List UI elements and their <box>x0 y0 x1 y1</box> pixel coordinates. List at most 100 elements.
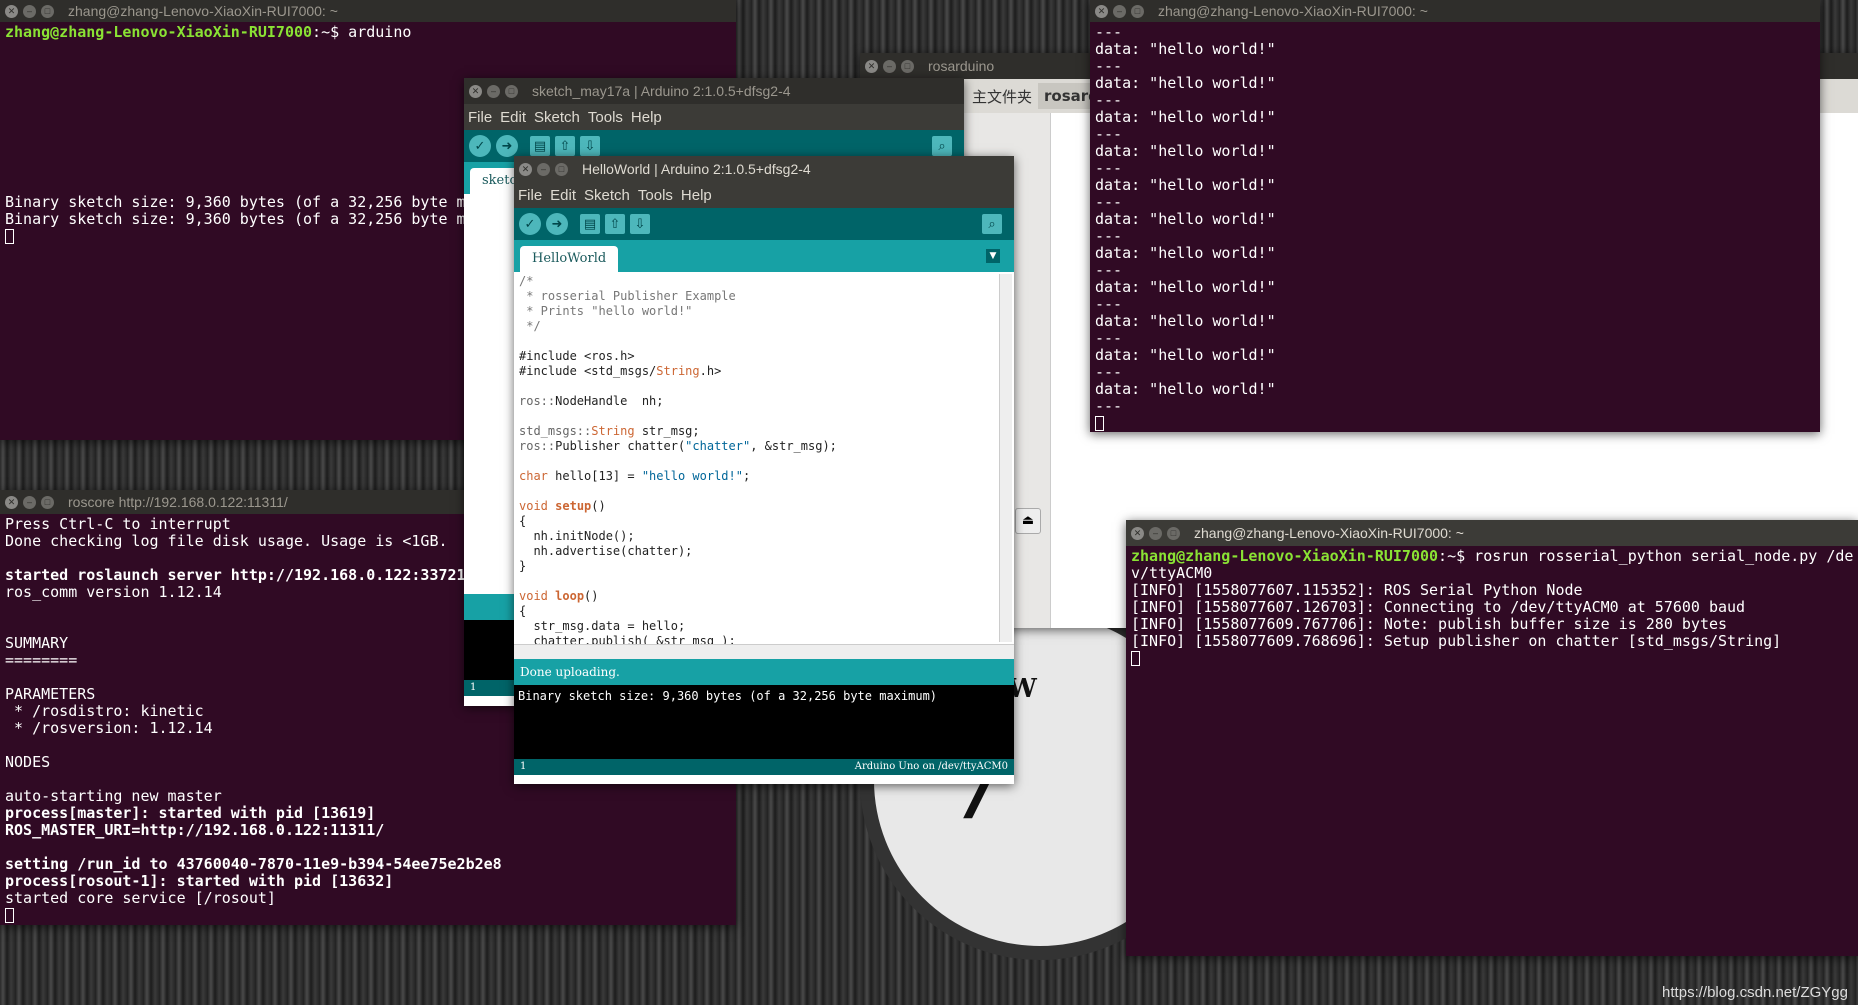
close-button[interactable]: ✕ <box>519 162 532 176</box>
close-button[interactable]: ✕ <box>5 495 18 509</box>
terminal-echo-titlebar[interactable]: ✕ – □ zhang@zhang-Lenovo-XiaoXin-RUI7000… <box>1090 0 1820 22</box>
maximize-button[interactable]: □ <box>1167 526 1180 540</box>
minimize-button[interactable]: – <box>487 84 500 98</box>
terminal-line: started core service [/rosout] <box>5 889 276 907</box>
terminal-line: ROS_MASTER_URI=http://192.168.0.122:1131… <box>5 821 385 839</box>
menu-tools[interactable]: Tools <box>588 109 623 126</box>
separator-line: --- <box>1095 125 1123 143</box>
separator-line: --- <box>1095 159 1123 177</box>
maximize-button[interactable]: □ <box>41 4 54 18</box>
code-editor[interactable]: /* * rosserial Publisher Example * Print… <box>514 272 1014 644</box>
data-line: data: "hello world!" <box>1095 312 1276 330</box>
close-button[interactable]: ✕ <box>1131 526 1144 540</box>
terminal-line: Done checking log file disk usage. Usage… <box>5 532 448 550</box>
menu-sketch[interactable]: Sketch <box>584 187 630 204</box>
save-icon[interactable]: ⇩ <box>630 214 650 234</box>
window-title: HelloWorld | Arduino 2:1.0.5+dfsg2-4 <box>582 161 811 177</box>
menu-sketch[interactable]: Sketch <box>534 109 580 126</box>
close-button[interactable]: ✕ <box>469 84 482 98</box>
serial-monitor-icon[interactable]: ⌕ <box>932 136 952 156</box>
window-title: zhang@zhang-Lenovo-XiaoXin-RUI7000: ~ <box>1194 525 1464 541</box>
open-icon[interactable]: ⇧ <box>555 136 575 156</box>
minimize-button[interactable]: – <box>23 4 36 18</box>
window-title: sketch_may17a | Arduino 2:1.0.5+dfsg2-4 <box>532 83 791 99</box>
data-line: data: "hello world!" <box>1095 176 1276 194</box>
terminal-line: ros_comm version 1.12.14 <box>5 583 222 601</box>
open-icon[interactable]: ⇧ <box>605 214 625 234</box>
sketch-titlebar[interactable]: ✕ – □ sketch_may17a | Arduino 2:1.0.5+df… <box>464 78 964 104</box>
separator-line: --- <box>1095 363 1123 381</box>
terminal-line: process[master]: started with pid [13619… <box>5 804 376 822</box>
maximize-button[interactable]: □ <box>41 495 54 509</box>
menu-file[interactable]: File <box>468 109 492 126</box>
maximize-button[interactable]: □ <box>901 59 914 73</box>
maximize-button[interactable]: □ <box>555 162 568 176</box>
console-output: Binary sketch size: 9,360 bytes (of a 32… <box>514 685 1014 759</box>
verify-icon[interactable]: ✓ <box>519 213 541 235</box>
upload-icon[interactable]: ➜ <box>496 135 518 157</box>
terminal-serial-output[interactable]: zhang@zhang-Lenovo-XiaoXin-RUI7000:~$ ro… <box>1126 546 1858 956</box>
helloworld-titlebar[interactable]: ✕ – □ HelloWorld | Arduino 2:1.0.5+dfsg2… <box>514 156 1014 182</box>
breadcrumb-home[interactable]: 主文件夹 <box>966 82 1038 111</box>
editor-horizontal-scrollbar[interactable] <box>514 644 1014 659</box>
menu-edit[interactable]: Edit <box>550 187 576 204</box>
data-line: data: "hello world!" <box>1095 380 1276 398</box>
terminal-echo-output[interactable]: --- data: "hello world!" --- data: "hell… <box>1090 22 1820 432</box>
separator-line: --- <box>1095 91 1123 109</box>
data-line: data: "hello world!" <box>1095 210 1276 228</box>
menu-help[interactable]: Help <box>631 109 662 126</box>
terminal-line: Press Ctrl-C to interrupt <box>5 515 231 533</box>
minimize-button[interactable]: – <box>23 495 36 509</box>
helloworld-tabs: HelloWorld ▼ <box>514 240 1014 272</box>
close-button[interactable]: ✕ <box>5 4 18 18</box>
editor-vertical-scrollbar[interactable] <box>999 274 1012 642</box>
window-title: rosarduino <box>928 58 995 74</box>
separator-line: --- <box>1095 193 1123 211</box>
data-line: data: "hello world!" <box>1095 346 1276 364</box>
terminal-line: [INFO] [1558077607.126703]: Connecting t… <box>1131 598 1746 616</box>
separator-line: --- <box>1095 329 1123 347</box>
menu-tools[interactable]: Tools <box>638 187 673 204</box>
helloworld-toolbar: ✓ ➜ ▤ ⇧ ⇩ ⌕ <box>514 208 1014 240</box>
tab-helloworld[interactable]: HelloWorld <box>520 246 619 272</box>
terminal-echo-window[interactable]: ✕ – □ zhang@zhang-Lenovo-XiaoXin-RUI7000… <box>1090 0 1820 432</box>
terminal-cursor <box>1095 416 1104 431</box>
close-button[interactable]: ✕ <box>1095 4 1108 18</box>
data-line: data: "hello world!" <box>1095 278 1276 296</box>
save-icon[interactable]: ⇩ <box>580 136 600 156</box>
data-line: data: "hello world!" <box>1095 108 1276 126</box>
upload-icon[interactable]: ➜ <box>546 213 568 235</box>
maximize-button[interactable]: □ <box>505 84 518 98</box>
menu-edit[interactable]: Edit <box>500 109 526 126</box>
window-title: roscore http://192.168.0.122:11311/ <box>68 494 288 510</box>
terminal-cursor <box>5 229 14 244</box>
minimize-button[interactable]: – <box>883 59 896 73</box>
minimize-button[interactable]: – <box>1149 526 1162 540</box>
terminal-arduino-titlebar[interactable]: ✕ – □ zhang@zhang-Lenovo-XiaoXin-RUI7000… <box>0 0 736 22</box>
menu-file[interactable]: File <box>518 187 542 204</box>
minimize-button[interactable]: – <box>1113 4 1126 18</box>
terminal-serial-titlebar[interactable]: ✕ – □ zhang@zhang-Lenovo-XiaoXin-RUI7000… <box>1126 520 1858 546</box>
verify-icon[interactable]: ✓ <box>469 135 491 157</box>
separator-line: --- <box>1095 397 1123 415</box>
terminal-cursor <box>1131 651 1140 666</box>
serial-monitor-icon[interactable]: ⌕ <box>982 214 1002 234</box>
maximize-button[interactable]: □ <box>1131 4 1144 18</box>
minimize-button[interactable]: – <box>537 162 550 176</box>
eject-icon[interactable]: ⏏ <box>1015 508 1041 534</box>
arduino-helloworld-window[interactable]: ✕ – □ HelloWorld | Arduino 2:1.0.5+dfsg2… <box>514 156 1014 784</box>
helloworld-bottom-bar: 1 Arduino Uno on /dev/ttyACM0 <box>514 759 1014 775</box>
new-icon[interactable]: ▤ <box>530 136 550 156</box>
terminal-line: [INFO] [1558077609.767706]: Note: publis… <box>1131 615 1728 633</box>
separator-line: --- <box>1095 57 1123 75</box>
close-button[interactable]: ✕ <box>865 59 878 73</box>
terminal-serial-window[interactable]: ✕ – □ zhang@zhang-Lenovo-XiaoXin-RUI7000… <box>1126 520 1858 956</box>
terminal-line: [INFO] [1558077607.115352]: ROS Serial P… <box>1131 581 1583 599</box>
board-port: Arduino Uno on /dev/ttyACM0 <box>854 761 1008 772</box>
sketch-menubar: File Edit Sketch Tools Help <box>464 104 964 130</box>
helloworld-menubar: File Edit Sketch Tools Help <box>514 182 1014 208</box>
terminal-line: PARAMETERS <box>5 685 96 703</box>
tab-menu-icon[interactable]: ▼ <box>986 249 1000 263</box>
new-icon[interactable]: ▤ <box>580 214 600 234</box>
menu-help[interactable]: Help <box>681 187 712 204</box>
